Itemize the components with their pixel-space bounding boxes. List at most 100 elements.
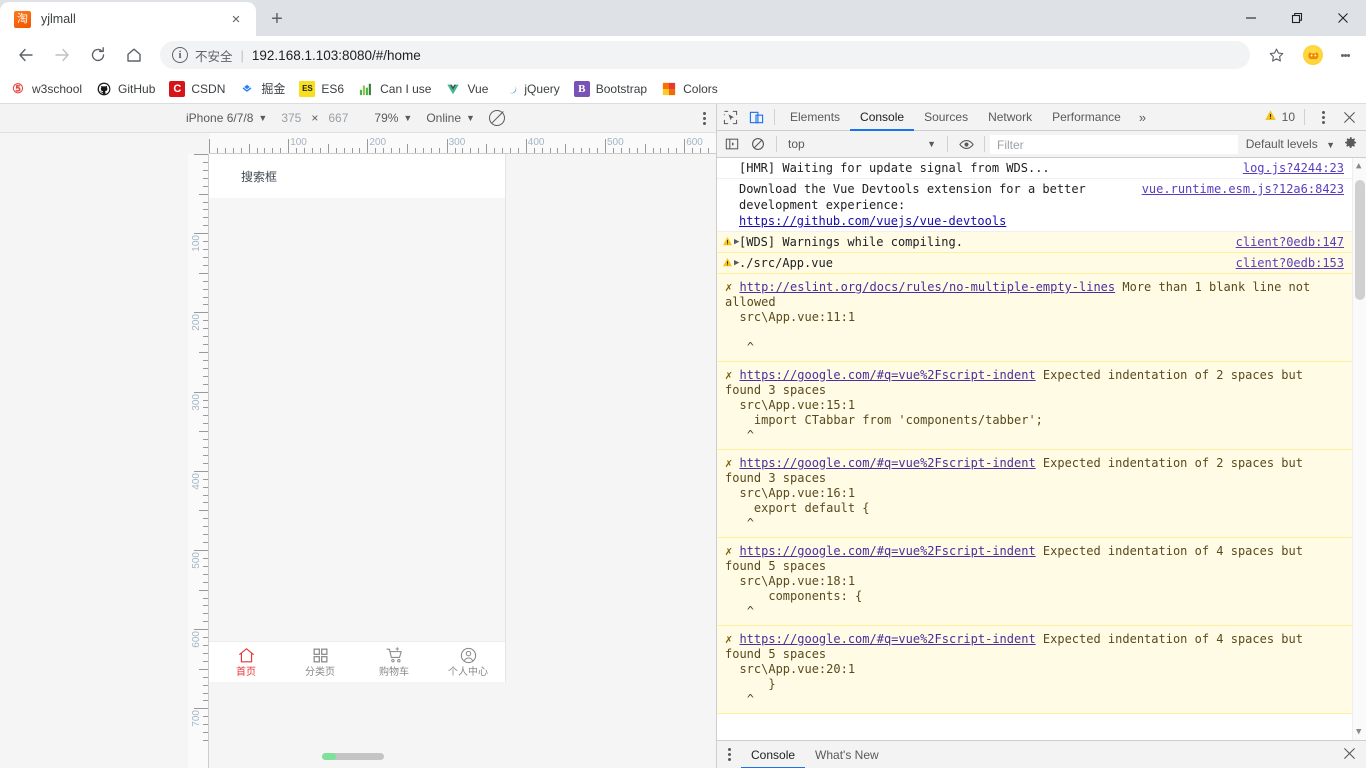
expand-arrow-icon[interactable]: ▶ <box>734 255 739 271</box>
ruler-tick <box>422 148 424 153</box>
drawer-tab-console[interactable]: Console <box>741 741 806 768</box>
bookmark-item[interactable]: Colors <box>661 81 718 97</box>
bookmark-item[interactable]: GitHub <box>96 81 155 97</box>
viewport-height[interactable]: 667 <box>328 111 348 125</box>
tab-sources[interactable]: Sources <box>914 104 978 131</box>
eslint-rule-link[interactable]: https://google.com/#q=vue%2Fscript-inden… <box>739 632 1035 646</box>
tab-favicon: 淘 <box>14 10 31 28</box>
vue-devtools-link[interactable]: https://github.com/vuejs/vue-devtools <box>739 214 1006 228</box>
console-filter-input[interactable]: Filter <box>990 134 1238 154</box>
bookmark-star-icon[interactable] <box>1261 40 1291 70</box>
drawer-menu-icon[interactable] <box>717 747 741 762</box>
bookmark-item[interactable]: ES ES6 <box>299 80 344 97</box>
scroll-up-arrow-icon[interactable]: ▲ <box>1356 161 1361 171</box>
chevron-down-icon: ▼ <box>258 113 268 123</box>
bookmark-item[interactable]: B Bootstrap <box>573 80 647 97</box>
new-tab-button[interactable]: + <box>262 4 292 34</box>
tab-console[interactable]: Console <box>850 104 915 131</box>
minimize-icon[interactable] <box>1228 0 1274 36</box>
console-message[interactable]: [HMR] Waiting for update signal from WDS… <box>717 158 1352 179</box>
bookmark-item[interactable]: ⑤ w3school <box>10 81 82 97</box>
browser-menu-icon[interactable] <box>1332 40 1358 70</box>
clear-console-icon[interactable] <box>745 131 771 157</box>
eslint-caret: ^ <box>725 604 754 618</box>
device-toolbar-menu-icon[interactable] <box>703 111 706 126</box>
expand-arrow-icon[interactable]: ▶ <box>734 234 739 250</box>
eslint-rule-link[interactable]: https://google.com/#q=vue%2Fscript-inden… <box>739 544 1035 558</box>
extension-icon[interactable] <box>1303 45 1323 65</box>
forward-icon[interactable] <box>47 40 77 70</box>
tab-network[interactable]: Network <box>978 104 1042 131</box>
device-viewport[interactable]: 搜索框 首页 分类页 购物车 个人中心 <box>209 154 506 682</box>
github-icon <box>96 81 112 97</box>
tab-close-icon[interactable]: × <box>226 9 246 29</box>
device-toolbar-icon[interactable] <box>743 104 769 130</box>
scrollbar-thumb[interactable] <box>322 753 336 760</box>
ruler-tick <box>525 139 527 153</box>
no-throttling-icon[interactable] <box>488 110 505 126</box>
tabbar-item-category[interactable]: 分类页 <box>283 646 357 678</box>
horizontal-scrollbar[interactable] <box>322 753 384 760</box>
ruler-tick <box>203 660 208 662</box>
warning-count-badge[interactable]: 10 <box>1264 109 1295 125</box>
eslint-headline: ✗ https://google.com/#q=vue%2Fscript-ind… <box>725 368 1344 398</box>
drawer-close-icon[interactable] <box>1343 747 1356 763</box>
console-message[interactable]: ▶ [WDS] Warnings while compiling. client… <box>717 232 1352 253</box>
drawer-tab-whats-new[interactable]: What's New <box>805 741 889 768</box>
device-emulation-pane: iPhone 6/7/8 ▼ 375 × 667 79% ▼ Online ▼ <box>0 104 716 768</box>
bookmark-item[interactable]: Vue <box>445 81 488 97</box>
zoom-selector[interactable]: 79% ▼ <box>374 111 412 125</box>
bookmark-item[interactable]: Can I use <box>358 81 431 97</box>
log-levels-selector[interactable]: Default levels ▼ <box>1238 137 1343 151</box>
ruler-tick <box>692 148 694 153</box>
address-bar[interactable]: i 不安全 | 192.168.1.103:8080/#/home <box>160 41 1250 69</box>
source-link[interactable]: client?0edb:153 <box>1236 255 1344 271</box>
ruler-tick <box>203 542 208 544</box>
more-tabs-icon[interactable]: » <box>1131 110 1154 125</box>
inspect-element-icon[interactable] <box>717 104 743 130</box>
source-link[interactable]: client?0edb:147 <box>1236 234 1344 250</box>
bookmark-item[interactable]: C CSDN <box>169 80 225 97</box>
tabbar-item-cart[interactable]: 购物车 <box>357 646 431 678</box>
search-box[interactable]: 搜索框 <box>209 154 505 198</box>
ruler-tick <box>199 431 208 433</box>
execution-context-selector[interactable]: top ▼ <box>782 137 942 151</box>
close-window-icon[interactable] <box>1320 0 1366 36</box>
maximize-icon[interactable] <box>1274 0 1320 36</box>
eslint-rule-link[interactable]: https://google.com/#q=vue%2Fscript-inden… <box>739 368 1035 382</box>
chevron-down-icon: ▼ <box>927 139 936 149</box>
close-devtools-icon[interactable] <box>1336 104 1362 130</box>
console-message[interactable]: ▶ ./src/App.vue client?0edb:153 <box>717 253 1352 274</box>
console-output[interactable]: [HMR] Waiting for update signal from WDS… <box>717 158 1366 740</box>
reload-icon[interactable] <box>83 40 113 70</box>
network-throttle-selector[interactable]: Online ▼ <box>426 111 475 125</box>
device-selector[interactable]: iPhone 6/7/8 ▼ <box>186 111 267 125</box>
bookmark-item[interactable]: 掘金 <box>239 80 285 97</box>
ruler-tick <box>203 613 208 615</box>
tabbar-item-profile[interactable]: 个人中心 <box>431 646 505 678</box>
tab-elements[interactable]: Elements <box>780 104 850 131</box>
live-expression-icon[interactable] <box>953 131 979 157</box>
ruler-label: 500 <box>607 137 624 148</box>
settings-gear-icon[interactable] <box>1343 135 1358 153</box>
tab-performance[interactable]: Performance <box>1042 104 1131 131</box>
scroll-down-arrow-icon[interactable]: ▼ <box>1356 727 1361 737</box>
console-scrollbar-thumb[interactable] <box>1355 180 1365 300</box>
eslint-rule-link[interactable]: https://google.com/#q=vue%2Fscript-inden… <box>739 456 1035 470</box>
eslint-location: src\App.vue:18:1 <box>725 574 856 588</box>
source-link[interactable]: log.js?4244:23 <box>1243 160 1344 176</box>
source-link[interactable]: vue.runtime.esm.js?12a6:8423 <box>1142 181 1344 197</box>
console-message[interactable]: Download the Vue Devtools extension for … <box>717 179 1352 232</box>
home-icon[interactable] <box>119 40 149 70</box>
eslint-rule-link[interactable]: http://eslint.org/docs/rules/no-multiple… <box>739 280 1115 294</box>
tabbar-item-home[interactable]: 首页 <box>209 646 283 678</box>
back-icon[interactable] <box>11 40 41 70</box>
devtools-menu-icon[interactable] <box>1310 104 1336 130</box>
site-info-icon[interactable]: i <box>172 47 188 63</box>
message-text: Download the Vue Devtools extension for … <box>739 182 1086 212</box>
browser-tab[interactable]: 淘 yjlmall × <box>0 2 256 36</box>
console-sidebar-icon[interactable] <box>719 131 745 157</box>
console-scrollbar[interactable]: ▲ ▼ <box>1352 158 1366 740</box>
viewport-width[interactable]: 375 <box>281 111 301 125</box>
bookmark-item[interactable]: jQuery <box>502 81 560 97</box>
